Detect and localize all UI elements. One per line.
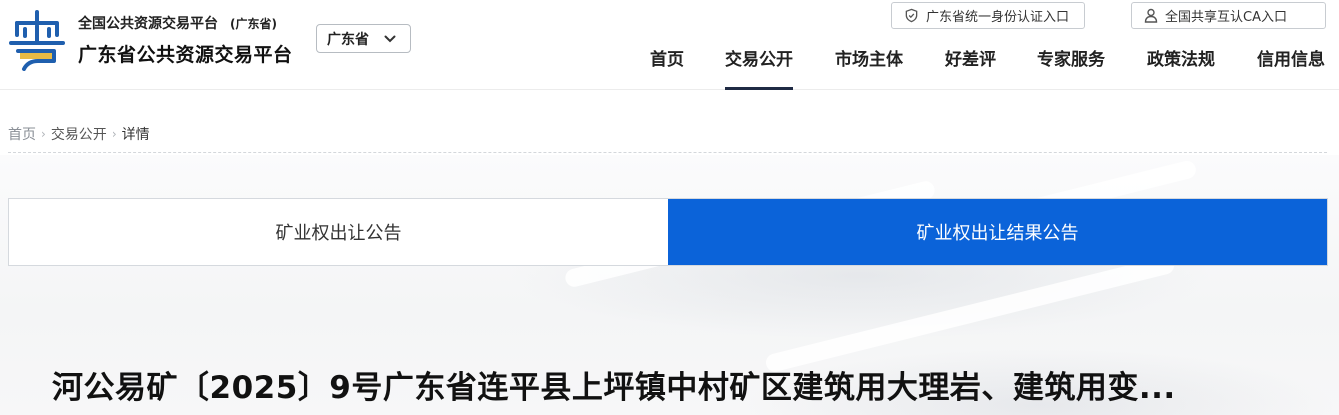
nav-reviews[interactable]: 好差评	[945, 46, 996, 90]
nav-market-entities[interactable]: 市场主体	[835, 46, 903, 90]
logo-icon[interactable]	[8, 9, 66, 71]
nav-credit-info[interactable]: 信用信息	[1257, 46, 1325, 90]
tab-transfer-result-announcement[interactable]: 矿业权出让结果公告	[668, 199, 1327, 265]
identity-auth-button[interactable]: 广东省统一身份认证入口	[891, 2, 1085, 29]
ca-auth-label: 全国共享互认CA入口	[1165, 10, 1287, 25]
shield-icon	[905, 8, 918, 23]
identity-auth-label: 广东省统一身份认证入口	[926, 10, 1070, 25]
breadcrumb-home[interactable]: 首页	[8, 124, 36, 144]
platform-name-province: 广东省公共资源交易平台	[78, 44, 293, 66]
divider	[8, 152, 1327, 153]
chevron-right-icon: ›	[111, 127, 117, 141]
nav-home[interactable]: 首页	[650, 46, 684, 90]
page-title: 河公易矿〔2025〕9号广东省连平县上坪镇中村矿区建筑用大理岩、建筑用变...	[52, 370, 1176, 406]
breadcrumb-trading-public[interactable]: 交易公开	[51, 124, 107, 144]
nav-policies[interactable]: 政策法规	[1147, 46, 1215, 90]
breadcrumb-current: 详情	[121, 127, 150, 143]
announcement-tabs: 矿业权出让公告 矿业权出让结果公告	[8, 198, 1328, 266]
region-select[interactable]: 广东省	[316, 24, 411, 53]
platform-name-national: 全国公共资源交易平台 (广东省)	[78, 16, 277, 32]
nav-trading-public[interactable]: 交易公开	[725, 46, 793, 90]
chevron-right-icon: ›	[41, 127, 46, 141]
site-header: 全国公共资源交易平台 (广东省) 广东省公共资源交易平台 广东省 广东省统一身份认…	[0, 0, 1339, 90]
breadcrumb: 首页 › 交易公开 › 详情	[8, 124, 150, 144]
nav-expert-services[interactable]: 专家服务	[1037, 46, 1105, 90]
province-suffix: (广东省)	[230, 17, 277, 31]
tab-transfer-announcement[interactable]: 矿业权出让公告	[9, 199, 668, 265]
ca-auth-button[interactable]: 全国共享互认CA入口	[1131, 2, 1326, 29]
chevron-down-icon	[384, 35, 396, 43]
user-icon	[1144, 8, 1158, 23]
region-select-value: 广东省	[327, 31, 369, 48]
